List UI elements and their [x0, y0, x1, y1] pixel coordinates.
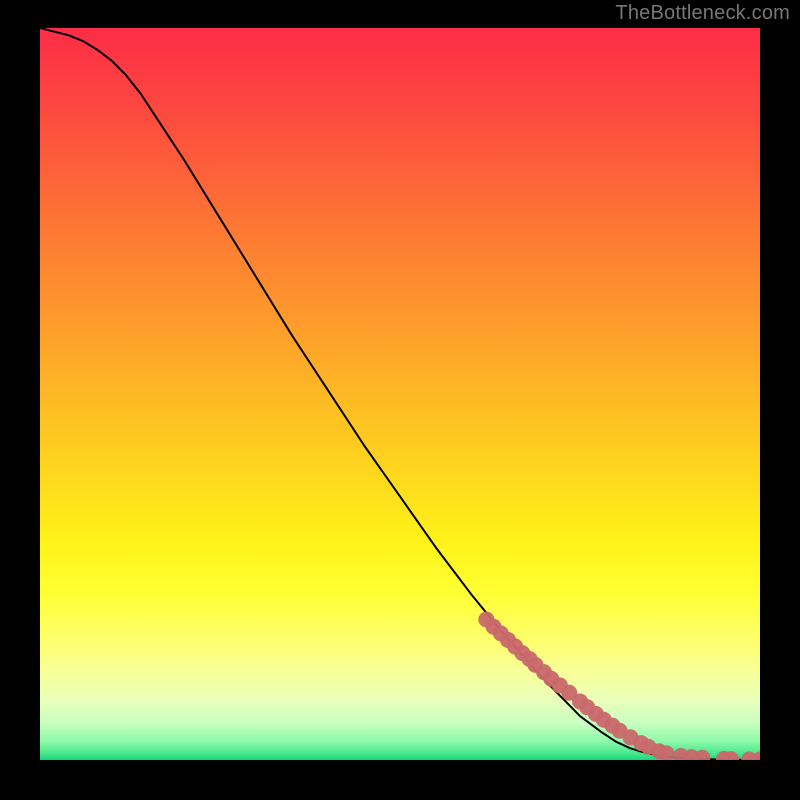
chart-svg	[40, 28, 760, 760]
chart-frame: TheBottleneck.com	[0, 0, 800, 800]
watermark-text: TheBottleneck.com	[615, 2, 790, 25]
gradient-background	[40, 28, 760, 760]
plot-area	[40, 28, 760, 760]
